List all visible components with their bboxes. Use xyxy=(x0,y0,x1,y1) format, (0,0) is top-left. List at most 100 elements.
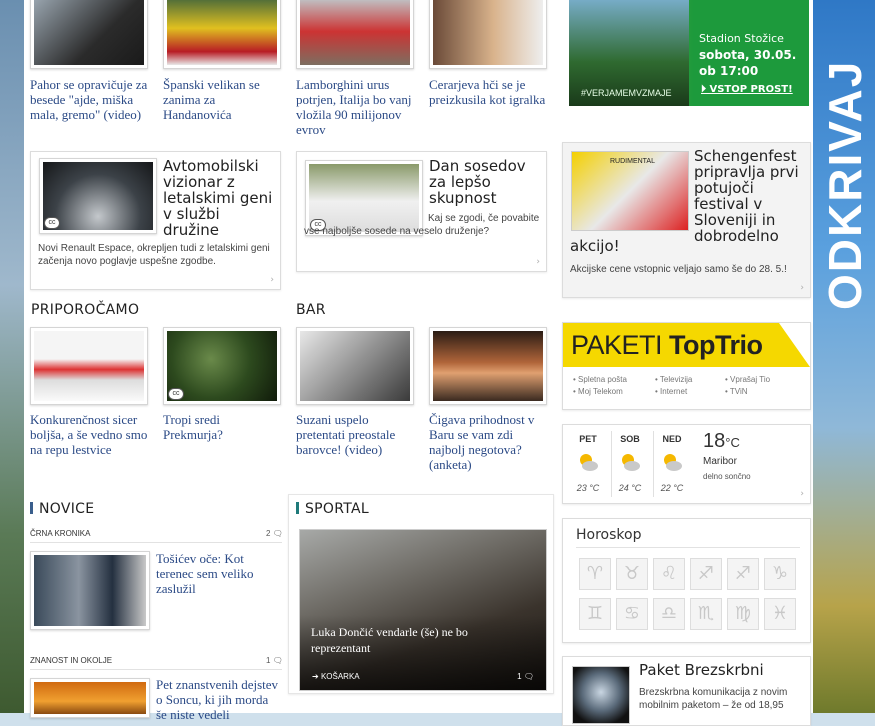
thumb-bar-anketa[interactable] xyxy=(429,327,547,405)
thumb-lamborghini[interactable] xyxy=(296,0,414,69)
caption-sonce[interactable]: Pet znanstvenih dejstev o Soncu, ki jih … xyxy=(156,677,280,722)
paketi-item[interactable]: • Spletna pošta xyxy=(573,375,627,384)
feature-desc-renault: Novi Renault Espace, okrepljen tudi z le… xyxy=(38,243,270,267)
zodiac-icon[interactable]: ♓ xyxy=(764,598,796,630)
schengen-title[interactable]: Schengenfest pripravlja prvi potujoči fe… xyxy=(694,148,806,244)
weather-day: SOB xyxy=(620,434,640,444)
caption-suzana[interactable]: Suzani uspelo pretentati preostale barov… xyxy=(296,412,418,457)
zodiac-icon[interactable]: ♏ xyxy=(690,598,722,630)
weather-day: NED xyxy=(662,434,682,444)
thumb-sonce[interactable] xyxy=(30,678,150,718)
paketi-title[interactable]: PAKETI TopTrio xyxy=(571,330,763,361)
thumb-cerar[interactable] xyxy=(429,0,547,69)
novice-title[interactable]: NOVICE xyxy=(39,501,94,517)
section-priporocamo[interactable]: PRIPOROČAMO xyxy=(31,302,139,318)
comment-count-value: 1 xyxy=(517,672,522,681)
weather-current-value: 18 xyxy=(703,430,726,452)
stadium-ad[interactable]: Stadion Stožice sobota, 30.05. ob 17:00 … xyxy=(569,0,809,106)
caption-cerar[interactable]: Cerarjeva hči se je preizkusila kot igra… xyxy=(429,77,547,107)
brezskrbni-box[interactable]: Paket Brezskrbni Brezskrbna komunikacija… xyxy=(562,656,811,726)
caption-handanovic[interactable]: Španski velikan se zanima za Handanovića xyxy=(163,77,281,122)
main-column: Pahor se opravičuje za besede "ajde, miš… xyxy=(24,0,557,722)
comment-count-value: 1 xyxy=(266,656,271,665)
schengen-title-end[interactable]: akcijo! xyxy=(570,238,620,254)
caption-tosic[interactable]: Tošićev oče: Kot terenec sem veliko zasl… xyxy=(156,551,274,596)
feature-box-sosedi[interactable]: cc Dan sosedov za lepšo skupnost Kaj se … xyxy=(296,151,547,272)
paketi-item-label[interactable]: Internet xyxy=(660,387,687,396)
paketi-item[interactable]: • TViN xyxy=(725,387,748,396)
paketi-box[interactable]: PAKETI TopTrio • Spletna pošta • Moj Tel… xyxy=(562,322,811,410)
schengen-desc: Akcijske cene vstopnic veljajo samo še d… xyxy=(570,264,787,275)
weather-box[interactable]: PET SOB NED 23 °C 24 °C 22 °C 18°C Marib… xyxy=(562,424,811,504)
feature-title-sosedi[interactable]: Dan sosedov za lepšo skupnost xyxy=(429,158,544,206)
caption-tropi[interactable]: Tropi sredi Prekmurja? xyxy=(163,412,281,442)
zodiac-icon[interactable]: ♍ xyxy=(727,598,759,630)
ad-line3: ob 17:00 xyxy=(699,64,759,78)
paketi-item[interactable]: • Vprašaj Tio xyxy=(725,375,770,384)
odkrivaj-brand[interactable]: ODKRIVAJ xyxy=(819,10,871,310)
comment-icon: 🗨 xyxy=(272,529,283,538)
weather-city[interactable]: Maribor xyxy=(703,456,737,467)
paketi-item-label[interactable]: TViN xyxy=(730,387,748,396)
comment-icon: 🗨 xyxy=(523,672,534,681)
thumb-tosic[interactable] xyxy=(30,551,150,630)
section-novice[interactable]: NOVICE xyxy=(30,501,94,517)
sportal-headline[interactable]: Luka Dončić vendarle (še) ne bo reprezen… xyxy=(311,624,511,656)
horoskop-title[interactable]: Horoskop xyxy=(576,527,641,543)
zodiac-icon[interactable]: ♈ xyxy=(579,558,611,590)
paketi-item-label[interactable]: Spletna pošta xyxy=(578,375,627,384)
paketi-prefix: PAKETI xyxy=(571,330,670,360)
schengen-box[interactable]: RUDIMENTAL Schengenfest pripravlja prvi … xyxy=(562,142,811,298)
thumb-handanovic[interactable] xyxy=(163,0,281,69)
sportal-hero[interactable]: Luka Dončić vendarle (še) ne bo reprezen… xyxy=(299,529,547,691)
paketi-item[interactable]: • Televizija xyxy=(655,375,692,384)
caption-konkurencnost[interactable]: Konkurenčnost sicer boljša, a še vedno s… xyxy=(30,412,152,457)
paketi-item[interactable]: • Internet xyxy=(655,387,687,396)
zodiac-icon[interactable]: ♐ xyxy=(727,558,759,590)
sportal-category[interactable]: ➔ KOŠARKA xyxy=(312,672,360,681)
zodiac-icon[interactable]: ♌ xyxy=(653,558,685,590)
zodiac-icon[interactable]: ♎ xyxy=(653,598,685,630)
thumb-tropi[interactable]: cc xyxy=(163,327,281,405)
caption-pahor[interactable]: Pahor se opravičuje za besede "ajde, miš… xyxy=(30,77,150,122)
ad-cta-label[interactable]: VSTOP PROST! xyxy=(709,84,792,95)
caption-bar-anketa[interactable]: Čigava prihodnost v Baru se vam zdi najb… xyxy=(429,412,551,472)
weather-divider xyxy=(611,431,612,497)
zodiac-icon[interactable]: ♐ xyxy=(690,558,722,590)
brezskrbni-title[interactable]: Paket Brezskrbni xyxy=(639,662,764,678)
comment-count: 1 🗨 xyxy=(517,672,534,681)
thumb-pahor[interactable] xyxy=(30,0,148,69)
paketi-item-label[interactable]: Vprašaj Tio xyxy=(730,375,770,384)
caption-lamborghini[interactable]: Lamborghini urus potrjen, Italija bo van… xyxy=(296,77,414,137)
ad-line1: Stadion Stožice xyxy=(699,32,784,45)
schengen-poster[interactable]: RUDIMENTAL xyxy=(571,151,689,231)
weather-divider xyxy=(653,431,654,497)
thumb-konkurencnost[interactable] xyxy=(30,327,148,405)
category-crna-kronika[interactable]: ČRNA KRONIKA xyxy=(30,529,90,538)
poster-text: RUDIMENTAL xyxy=(610,158,655,165)
thumb-renault[interactable]: cc xyxy=(39,158,157,234)
paketi-item-label[interactable]: Televizija xyxy=(660,375,692,384)
zodiac-icon[interactable]: ♊ xyxy=(579,598,611,630)
arrow-icon: › xyxy=(270,275,274,285)
zodiac-icon[interactable]: ♋ xyxy=(616,598,648,630)
zodiac-icon[interactable]: ♑ xyxy=(764,558,796,590)
weather-temp: 24 °C xyxy=(618,483,642,493)
ad-cta[interactable]: ⏵ VSTOP PROST! xyxy=(701,84,793,95)
weather-temp: 23 °C xyxy=(576,483,600,493)
thumb-suzana[interactable] xyxy=(296,327,414,405)
paketi-item-label[interactable]: Moj Telekom xyxy=(578,387,623,396)
comment-count: 1 🗨 xyxy=(266,656,283,665)
sportal-category-label[interactable]: KOŠARKA xyxy=(321,672,360,681)
zodiac-icon[interactable]: ♉ xyxy=(616,558,648,590)
sportal-title[interactable]: SPORTAL xyxy=(305,501,369,517)
brezskrbni-image[interactable] xyxy=(572,666,630,724)
category-znanost[interactable]: ZNANOST IN OKOLJE xyxy=(30,656,112,665)
video-icon: cc xyxy=(168,388,184,400)
section-bar[interactable]: BAR xyxy=(296,302,326,318)
feature-box-renault[interactable]: cc Avtomobilski vizionar z letalskimi ge… xyxy=(30,151,281,290)
paketi-item[interactable]: • Moj Telekom xyxy=(573,387,623,396)
feature-title-renault[interactable]: Avtomobilski vizionar z letalskimi geni … xyxy=(163,158,278,238)
divider xyxy=(576,547,800,548)
section-sportal[interactable]: SPORTAL xyxy=(296,501,369,517)
